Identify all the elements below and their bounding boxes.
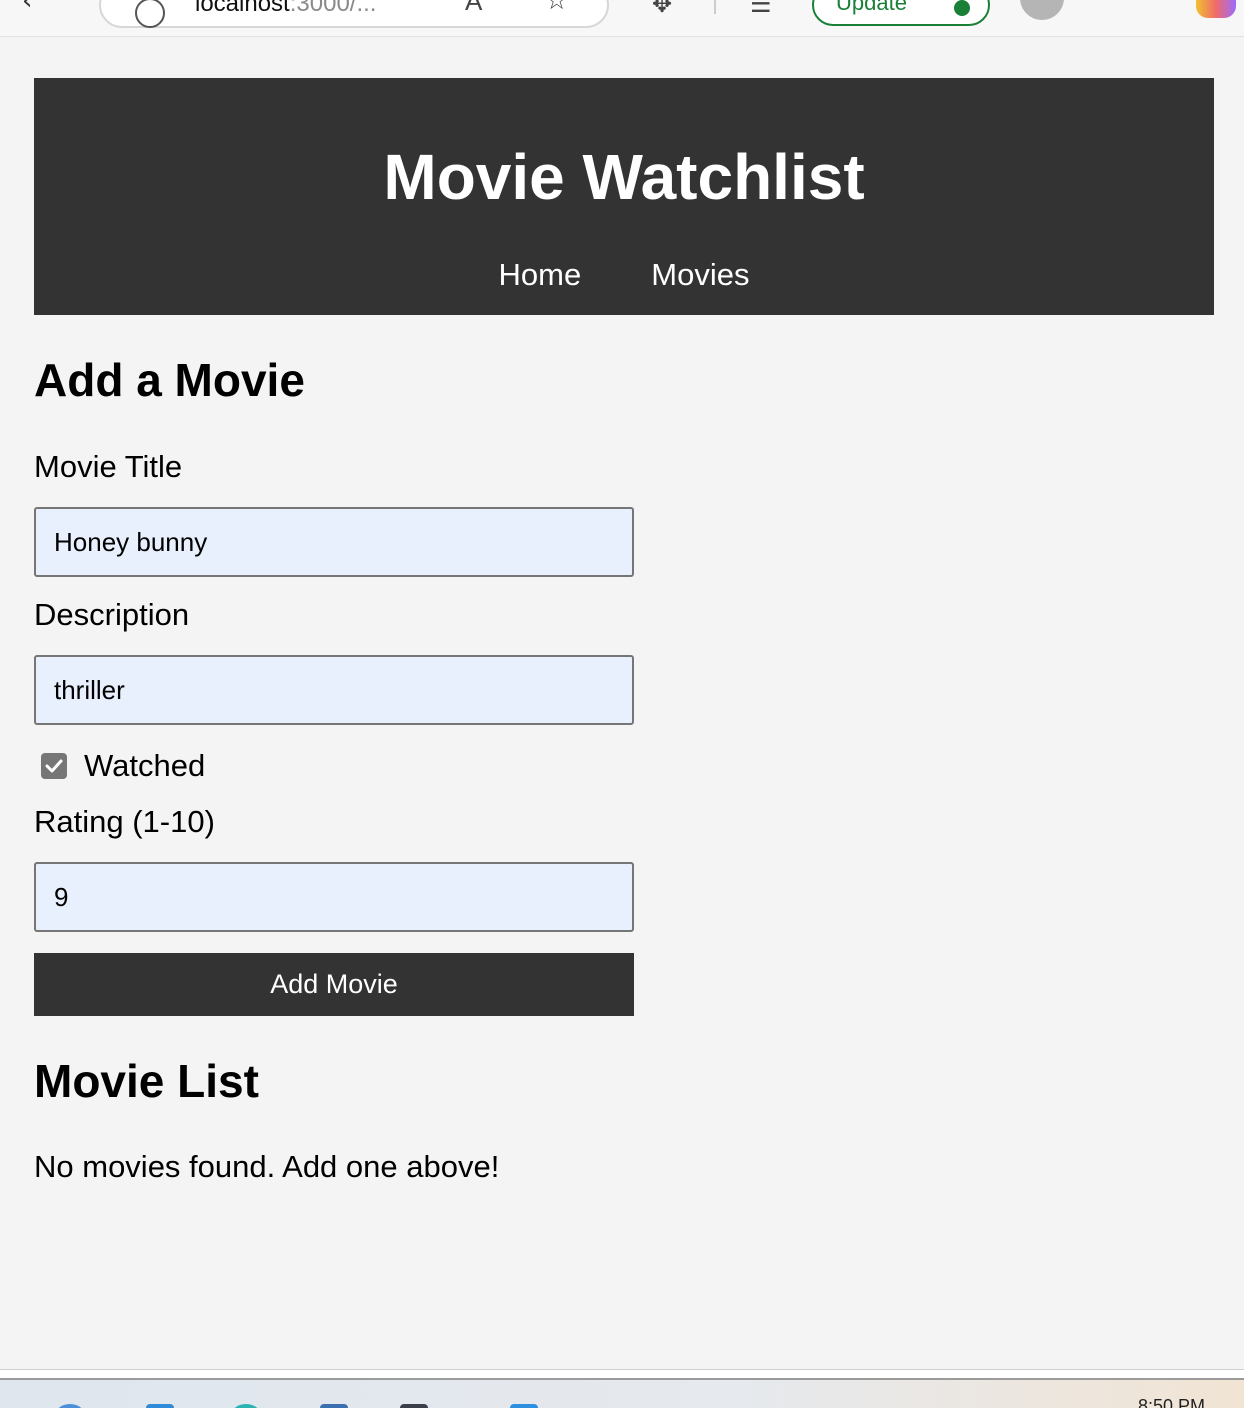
taskbar-clock[interactable]: 8:50 PM (1138, 1396, 1205, 1408)
update-label: Update (836, 0, 907, 15)
checkmark-icon (45, 759, 63, 773)
movie-title-input[interactable] (34, 507, 634, 577)
main-nav: Home Movies (34, 256, 1214, 294)
address-path: :3000/... (289, 0, 377, 17)
watched-checkbox[interactable] (41, 753, 67, 779)
copilot-icon[interactable] (1196, 0, 1236, 18)
movie-list-heading: Movie List (34, 1055, 259, 1107)
browser-toolbar: ‹ localhost:3000/... A ☆ ✥ ☰ Update (0, 0, 1244, 36)
update-alert-icon (954, 0, 970, 16)
address-url[interactable]: localhost:3000/... (195, 0, 376, 18)
update-button[interactable]: Update (812, 0, 990, 26)
back-arrow-icon[interactable]: ‹ (22, 0, 32, 16)
site-info-icon[interactable] (135, 0, 165, 28)
watched-label: Watched (84, 748, 206, 783)
favorite-star-icon[interactable]: ☆ (545, 0, 568, 16)
description-label: Description (34, 597, 190, 632)
start-icon[interactable] (56, 1404, 84, 1408)
favorites-list-icon[interactable]: ☰ (750, 0, 772, 18)
toolbar-divider (714, 0, 716, 14)
movie-title-label: Movie Title (34, 449, 183, 484)
rating-input[interactable] (34, 862, 634, 932)
taskbar-app-icon[interactable] (400, 1404, 428, 1408)
watched-row: Watched (34, 746, 205, 786)
profile-avatar[interactable] (1020, 0, 1064, 20)
read-aloud-icon[interactable]: A (465, 0, 482, 17)
os-taskbar: 8:50 PM (0, 1378, 1244, 1408)
rating-label: Rating (1-10) (34, 804, 215, 839)
empty-list-message: No movies found. Add one above! (34, 1149, 500, 1184)
address-bar[interactable]: localhost:3000/... A ☆ (99, 0, 609, 28)
taskbar-app-icon[interactable] (320, 1404, 348, 1408)
extensions-icon[interactable]: ✥ (652, 0, 672, 18)
taskbar-app-icon[interactable] (146, 1404, 174, 1408)
description-input[interactable] (34, 655, 634, 725)
taskbar-app-icon[interactable] (510, 1404, 538, 1408)
nav-link-home[interactable]: Home (499, 256, 582, 294)
add-movie-heading: Add a Movie (34, 354, 305, 406)
address-host: localhost (195, 0, 290, 17)
page-viewport: Movie Watchlist Home Movies Add a Movie … (0, 36, 1244, 1370)
nav-link-movies[interactable]: Movies (651, 256, 749, 294)
add-movie-button[interactable]: Add Movie (34, 953, 634, 1016)
edge-browser-icon[interactable] (232, 1404, 260, 1408)
site-title: Movie Watchlist (383, 141, 865, 213)
site-header: Movie Watchlist Home Movies (34, 78, 1214, 315)
